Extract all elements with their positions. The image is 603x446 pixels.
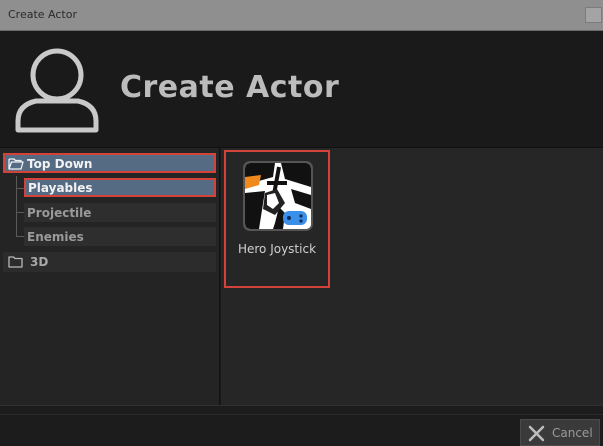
window-close-button[interactable] xyxy=(585,7,602,23)
tree-folder-label: Top Down xyxy=(27,157,93,171)
cancel-button[interactable]: Cancel xyxy=(520,419,600,446)
tree-item-label: Projectile xyxy=(27,206,92,220)
user-silhouette-icon xyxy=(15,48,99,133)
tree-item-enemies[interactable]: Enemies xyxy=(24,227,216,246)
folder-icon xyxy=(8,256,23,268)
tree-folder-3d[interactable]: 3D xyxy=(3,252,216,272)
actor-card-label: Hero Joystick xyxy=(237,242,317,256)
tree-folder-label: 3D xyxy=(30,255,49,269)
dialog-footer: Cancel xyxy=(0,405,603,446)
footer-divider xyxy=(0,414,603,415)
tree-connector xyxy=(16,212,24,213)
tree-item-label: Enemies xyxy=(27,230,84,244)
window-title: Create Actor xyxy=(8,8,77,21)
actor-grid: Hero Joystick xyxy=(221,147,603,405)
dialog-header: Create Actor xyxy=(0,31,603,147)
category-tree: Top Down Playables Projectile Enemies 3D xyxy=(0,147,220,405)
tree-connector xyxy=(16,176,17,237)
tree-item-playables[interactable]: Playables xyxy=(24,178,216,197)
folder-open-icon xyxy=(8,158,24,170)
tree-connector xyxy=(16,236,24,237)
tree-connector xyxy=(16,188,24,189)
close-icon xyxy=(528,425,545,442)
dialog-title: Create Actor xyxy=(120,70,340,105)
actor-card-hero-joystick[interactable]: Hero Joystick xyxy=(224,150,330,288)
tree-item-projectile[interactable]: Projectile xyxy=(24,203,216,222)
cancel-label: Cancel xyxy=(552,426,593,440)
title-bar: Create Actor xyxy=(0,0,603,31)
hero-joystick-icon xyxy=(243,161,313,231)
tree-item-label: Playables xyxy=(28,181,93,195)
tree-folder-top-down[interactable]: Top Down xyxy=(3,153,216,173)
